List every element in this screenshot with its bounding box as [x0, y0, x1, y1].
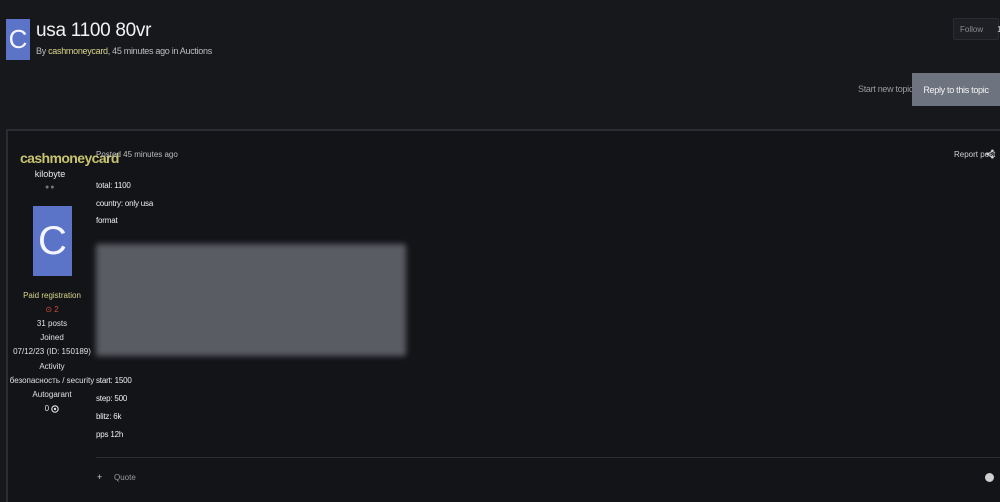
post-line: country: only usa: [96, 199, 154, 208]
author-autogarant-value: 0: [8, 404, 96, 413]
topic-byline: By cashmoneycard, 45 minutes ago in Auct…: [36, 46, 212, 56]
follow-label: Follow: [960, 24, 984, 34]
topic-title: usa 1100 80vr: [36, 20, 152, 41]
plus-icon[interactable]: +: [97, 472, 102, 482]
author-joined-value: 07/12/23 (ID: 150189): [13, 347, 91, 356]
author-joined-label: Joined: [40, 333, 64, 342]
rank-dots: ●●: [45, 184, 56, 191]
author-activity-label: Activity: [39, 362, 65, 371]
author-posts: 31 posts: [36, 319, 68, 328]
author-rank: kilobyte: [34, 169, 66, 179]
follow-button[interactable]: Follow 1: [953, 18, 1000, 40]
author-reputation: ⊙ 2: [45, 305, 59, 314]
topic-author-avatar[interactable]: C: [6, 19, 30, 60]
author-group: Paid registration: [23, 291, 81, 300]
post-footer-divider: [96, 457, 1000, 458]
blurred-sample-image: [96, 244, 406, 356]
author-avatar[interactable]: C: [33, 206, 72, 276]
byline-prefix: By: [36, 46, 49, 56]
post-line: pps 12h: [96, 430, 124, 439]
post-line: blitz: 6k: [96, 412, 122, 421]
post-container: cashmoneycard kilobyte ●● C Paid registr…: [6, 129, 1000, 502]
post-line: start: 1500: [96, 376, 132, 385]
post-line: total: 1100: [96, 181, 131, 190]
reaction-icon[interactable]: [985, 473, 994, 482]
author-autogarant-label: Autogarant: [32, 390, 72, 399]
post-content: Posted 45 minutes ago Report post total:…: [96, 131, 1000, 502]
post-line: format: [96, 216, 118, 225]
start-new-topic-link[interactable]: Start new topic: [858, 84, 913, 94]
byline-author-link[interactable]: cashmoneycard: [48, 46, 108, 56]
byline-suffix: , 45 minutes ago in Auctions: [107, 46, 212, 56]
autogarant-count: 0: [44, 404, 50, 413]
reply-to-topic-button[interactable]: Reply to this topic: [912, 73, 1000, 106]
shield-icon: [51, 405, 60, 413]
quote-button[interactable]: Quote: [114, 473, 136, 482]
share-icon[interactable]: [986, 149, 994, 159]
post-line: step: 500: [96, 394, 128, 403]
post-date[interactable]: Posted 45 minutes ago: [96, 150, 178, 159]
author-activity-value: безопасность / security: [9, 376, 95, 385]
